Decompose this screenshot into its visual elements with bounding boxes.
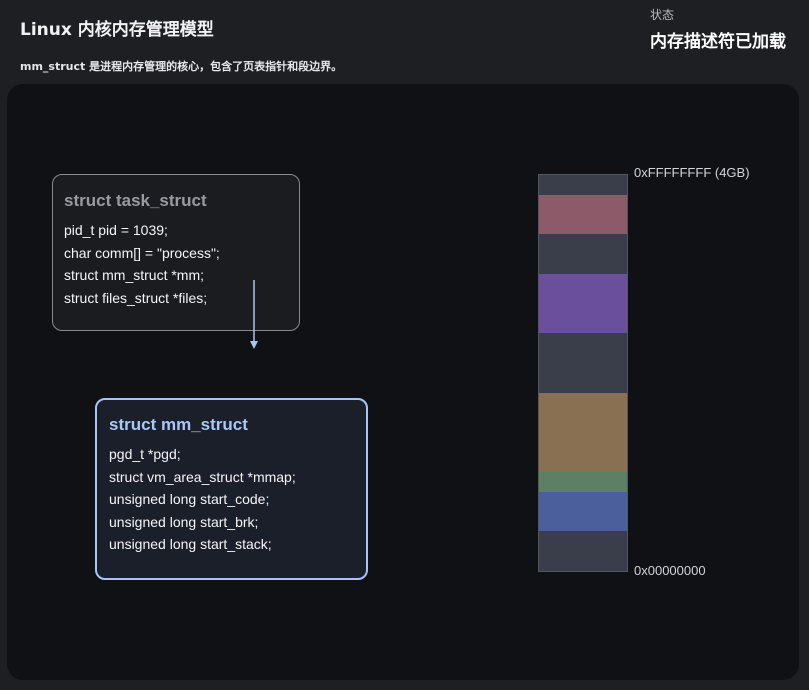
mm-struct-field: unsigned long start_code; [109, 491, 270, 507]
mm-struct-field: struct vm_area_struct *mmap; [109, 468, 296, 485]
memory-segment [539, 472, 627, 492]
status-label: 状态 [650, 8, 675, 22]
task-struct-field: struct files_struct *files; [64, 289, 208, 306]
task-struct-field: pid_t pid = 1039; [64, 222, 168, 238]
memory-segment [539, 194, 627, 235]
mm-struct-box[interactable]: struct mm_struct pgd_t *pgd; struct vm_a… [95, 398, 368, 580]
mm-struct-field: pgd_t *pgd; [109, 446, 181, 462]
virtual-memory-map[interactable] [538, 174, 628, 572]
memory-segment [539, 392, 627, 472]
task-struct-box[interactable]: struct task_struct pid_t pid = 1039; cha… [52, 174, 300, 331]
task-struct-field: char comm[] = "process"; [64, 244, 220, 261]
page-title: Linux 内核内存管理模型 [20, 20, 214, 40]
mm-struct-field: unsigned long start_brk; [109, 513, 259, 530]
memory-segment [539, 274, 627, 334]
address-bottom-label: 0x00000000 [634, 563, 706, 578]
mm-struct-field: unsigned long start_stack; [109, 536, 272, 552]
address-top-label: 0xFFFFFFFF (4GB) [634, 165, 750, 180]
task-struct-field: struct mm_struct *mm; [64, 267, 205, 283]
status-value: 内存描述符已加载 [650, 32, 786, 52]
page-subtitle: mm_struct 是进程内存管理的核心，包含了页表指针和段边界。 [20, 60, 343, 73]
memory-segment [539, 491, 627, 532]
mm-struct-title: struct mm_struct [109, 415, 248, 434]
task-struct-title: struct task_struct [64, 191, 207, 210]
diagram-canvas: struct task_struct pid_t pid = 1039; cha… [7, 84, 799, 680]
